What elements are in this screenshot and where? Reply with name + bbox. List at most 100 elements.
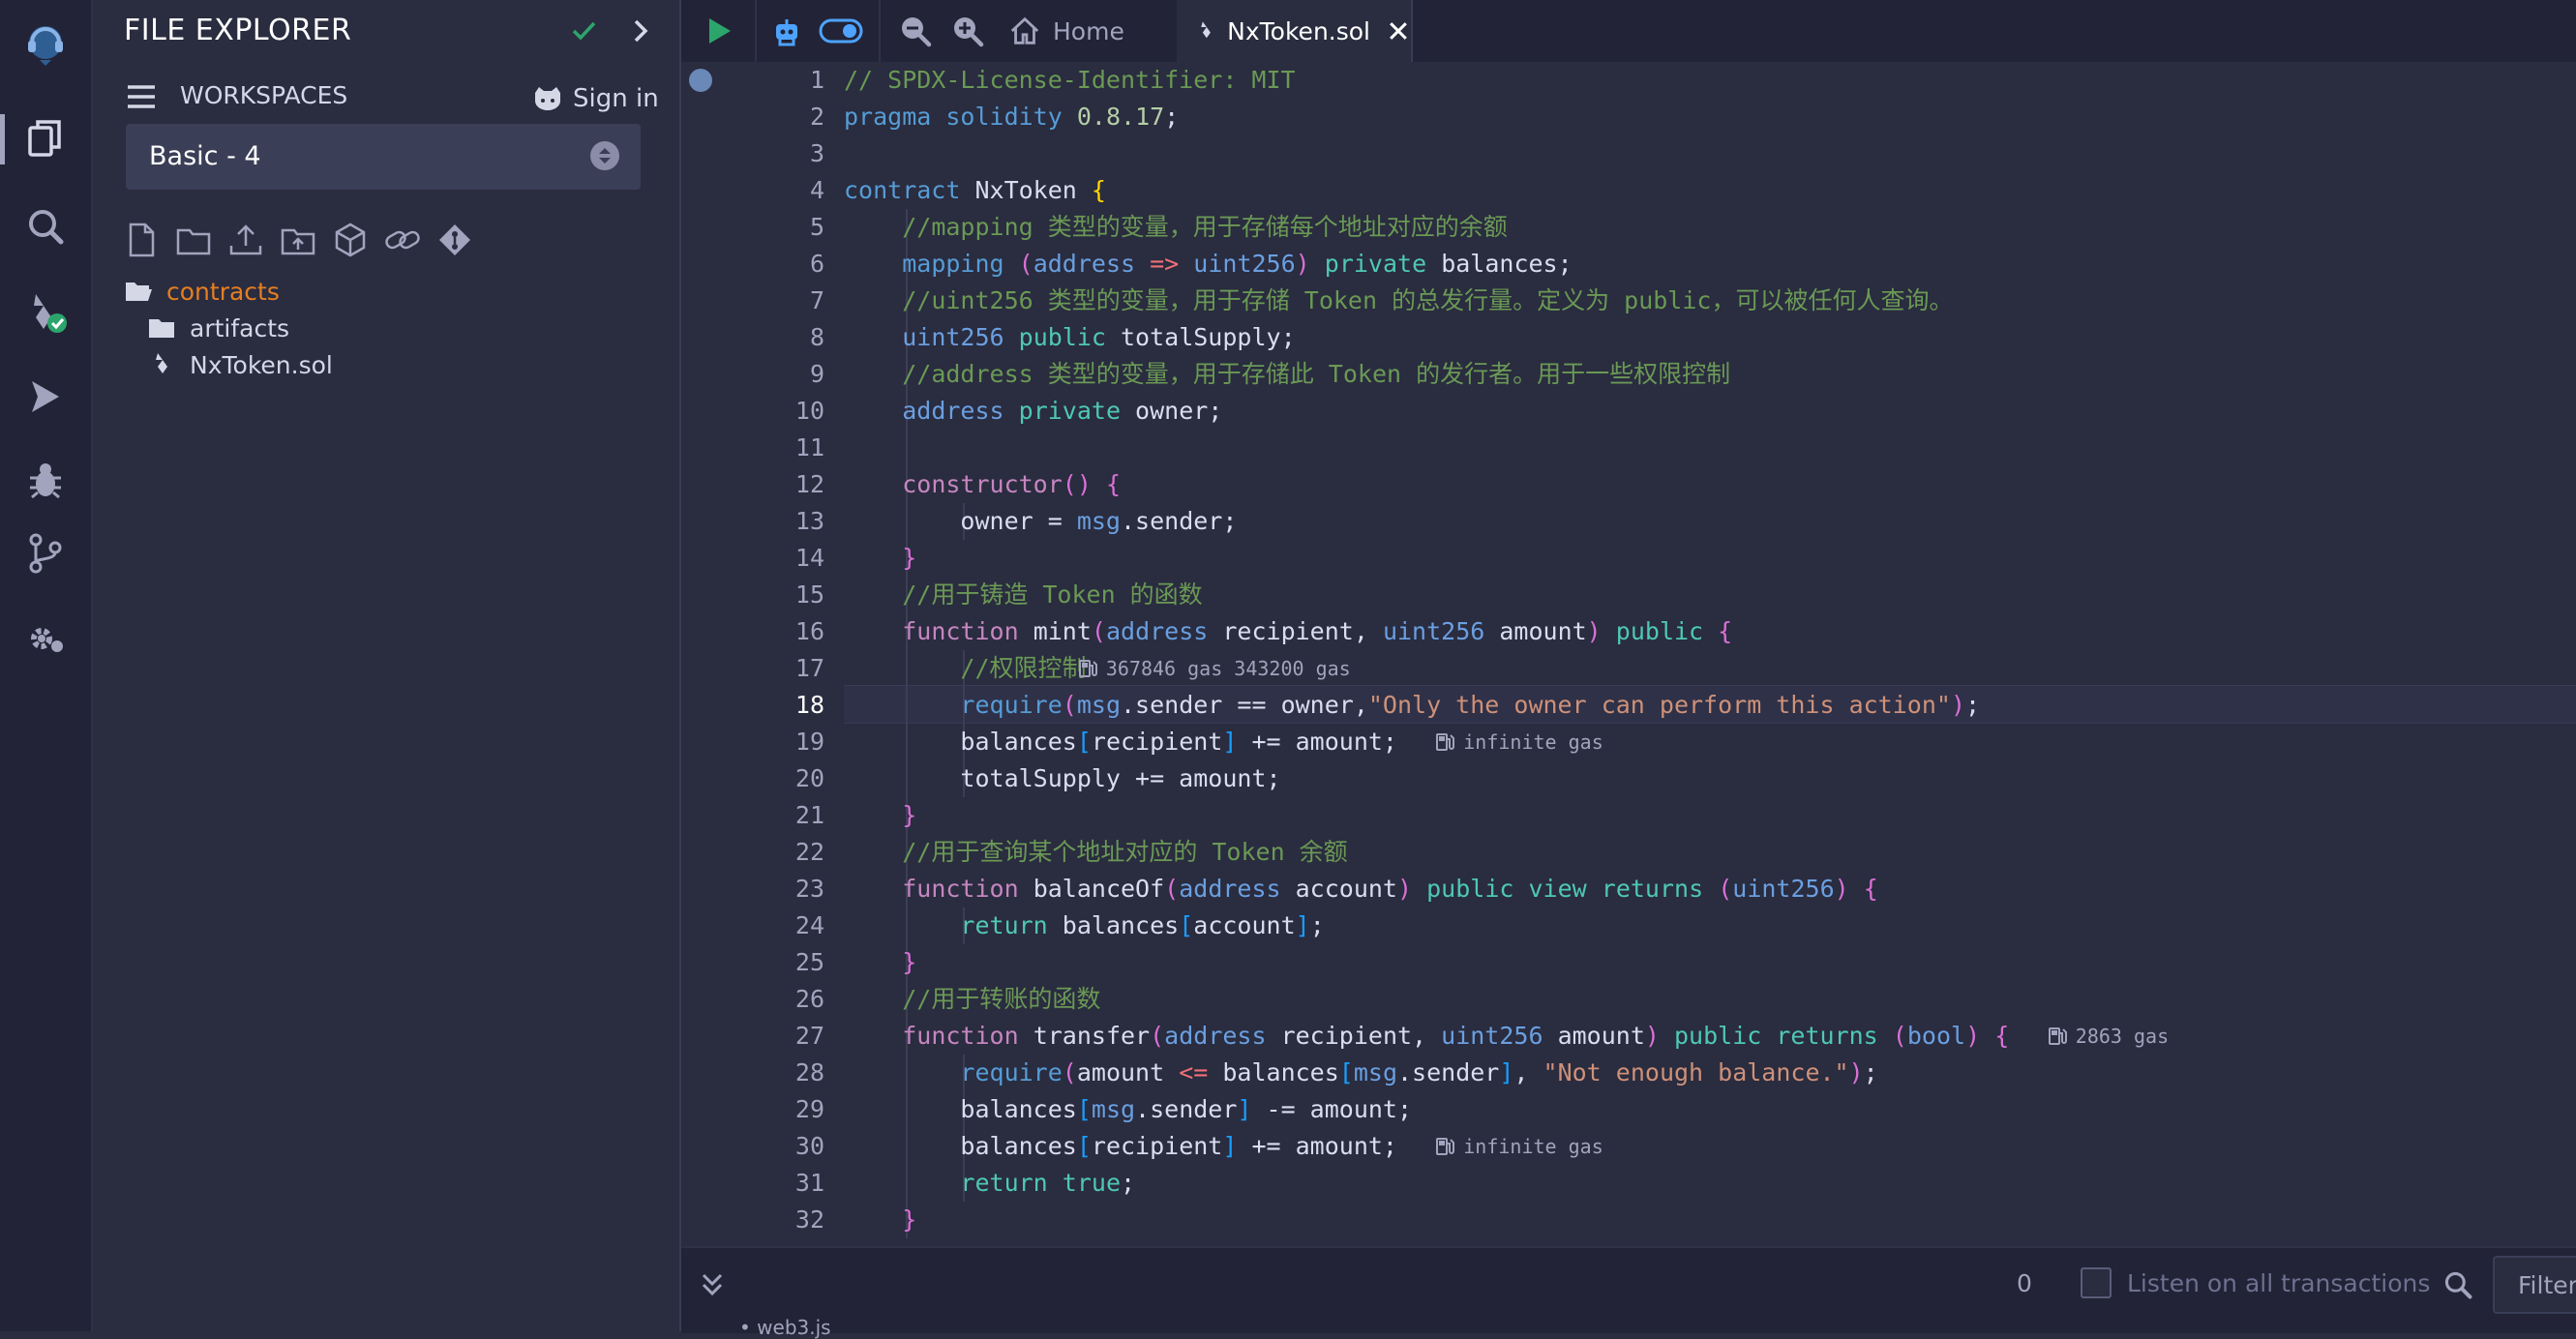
tree-item-nxtoken[interactable]: NxToken.sol bbox=[147, 346, 333, 383]
new-folder-icon[interactable] bbox=[174, 221, 213, 259]
tab-nxtoken[interactable]: NxToken.sol bbox=[1177, 0, 1413, 62]
code-line[interactable]: } bbox=[844, 797, 916, 834]
run-button[interactable] bbox=[695, 0, 743, 62]
line-number[interactable]: 2 bbox=[747, 99, 824, 135]
code-line[interactable]: contract NxToken { bbox=[844, 172, 1106, 209]
code-line[interactable]: //权限控制 bbox=[844, 650, 1086, 687]
remix-logo-icon[interactable] bbox=[0, 6, 91, 83]
line-number[interactable]: 15 bbox=[747, 577, 824, 613]
code-line[interactable]: //uint256 类型的变量，用于存储 Token 的总发行量。定义为 pub… bbox=[844, 283, 1953, 319]
upload-file-icon[interactable] bbox=[226, 221, 265, 259]
code-line[interactable]: } bbox=[844, 1202, 916, 1238]
code-line[interactable]: address private owner; bbox=[844, 393, 1222, 430]
link-icon[interactable] bbox=[383, 221, 422, 259]
line-number[interactable]: 32 bbox=[747, 1202, 824, 1238]
file-explorer-icon[interactable] bbox=[0, 101, 91, 178]
line-number[interactable]: 17 bbox=[747, 650, 824, 687]
line-number[interactable]: 16 bbox=[747, 613, 824, 650]
line-number[interactable]: 9 bbox=[747, 356, 824, 393]
code-line[interactable]: } bbox=[844, 540, 916, 577]
breakpoint-marker[interactable] bbox=[689, 69, 712, 92]
deploy-run-icon[interactable] bbox=[0, 358, 91, 435]
line-number[interactable]: 3 bbox=[747, 135, 824, 172]
solidity-compiler-icon[interactable] bbox=[0, 273, 91, 350]
code-line[interactable]: //mapping 类型的变量，用于存储每个地址对应的余额 bbox=[844, 209, 1508, 246]
code-line[interactable]: pragma solidity 0.8.17; bbox=[844, 99, 1179, 135]
code-line[interactable]: constructor() { bbox=[844, 466, 1121, 503]
line-number[interactable]: 7 bbox=[747, 283, 824, 319]
hamburger-menu-icon[interactable] bbox=[124, 79, 159, 114]
code-line[interactable]: function mint(address recipient, uint256… bbox=[844, 613, 1732, 650]
line-number-gutter[interactable]: 1 2 3 4 5 6 7 8 9 10 11 12 13 14 15 16 17 18 19 20 21 22 23 24 2… bbox=[681, 62, 842, 1246]
code-line[interactable]: function transfer(address recipient, uin… bbox=[844, 1018, 2009, 1055]
code-line[interactable]: } bbox=[844, 944, 916, 981]
git-icon[interactable] bbox=[0, 515, 91, 592]
upload-folder-icon[interactable] bbox=[279, 221, 317, 259]
code-line[interactable]: return balances[account]; bbox=[844, 908, 1324, 944]
sign-in-button[interactable]: Sign in bbox=[530, 79, 659, 118]
line-number[interactable]: 21 bbox=[747, 797, 824, 834]
line-number[interactable]: 19 bbox=[747, 724, 824, 760]
code-line[interactable]: uint256 public totalSupply; bbox=[844, 319, 1295, 356]
debugger-icon[interactable] bbox=[0, 441, 91, 519]
close-icon[interactable] bbox=[1386, 17, 1411, 45]
code-line[interactable]: balances[msg.sender] -= amount; bbox=[844, 1091, 1412, 1128]
code-line[interactable]: // SPDX-License-Identifier: MIT bbox=[844, 62, 1296, 99]
code-line[interactable]: mapping (address => uint256) private bal… bbox=[844, 246, 1572, 283]
check-icon[interactable] bbox=[567, 14, 602, 48]
line-number[interactable]: 27 bbox=[747, 1018, 824, 1055]
line-number[interactable]: 13 bbox=[747, 503, 824, 540]
line-number[interactable]: 1 bbox=[747, 62, 824, 99]
line-number[interactable]: 26 bbox=[747, 981, 824, 1018]
tab-home[interactable]: Home bbox=[1008, 0, 1153, 62]
plugin-manager-icon[interactable] bbox=[0, 600, 91, 677]
listen-checkbox[interactable] bbox=[2081, 1267, 2112, 1298]
code-line[interactable]: return true; bbox=[844, 1165, 1135, 1202]
line-number[interactable]: 18 bbox=[747, 687, 824, 724]
line-number[interactable]: 10 bbox=[747, 393, 824, 430]
line-number[interactable]: 11 bbox=[747, 430, 824, 466]
code-line[interactable]: function balanceOf(address account) publ… bbox=[844, 871, 1878, 908]
chevron-right-icon[interactable] bbox=[623, 14, 658, 48]
line-number[interactable]: 30 bbox=[747, 1128, 824, 1165]
zoom-out-button[interactable] bbox=[894, 0, 937, 62]
tree-item-contracts[interactable]: contracts bbox=[124, 273, 280, 310]
line-number[interactable]: 28 bbox=[747, 1055, 824, 1091]
code-line[interactable]: balances[recipient] += amount; bbox=[844, 1128, 1397, 1165]
code-line[interactable]: totalSupply += amount; bbox=[844, 760, 1280, 797]
code-line[interactable]: require(msg.sender == owner,"Only the ow… bbox=[844, 687, 1980, 724]
git-clone-icon[interactable] bbox=[435, 221, 474, 259]
code-line[interactable]: balances[recipient] += amount; bbox=[844, 724, 1397, 760]
line-number[interactable]: 12 bbox=[747, 466, 824, 503]
line-number[interactable]: 29 bbox=[747, 1091, 824, 1128]
line-number[interactable]: 24 bbox=[747, 908, 824, 944]
code-editor[interactable]: 1 2 3 4 5 6 7 8 9 10 11 12 13 14 15 16 17 18 19 20 21 22 23 24 2… bbox=[681, 62, 2576, 1246]
filter-input[interactable]: Filter bbox=[2493, 1256, 2576, 1314]
line-number[interactable]: 4 bbox=[747, 172, 824, 209]
new-file-icon[interactable] bbox=[122, 221, 161, 259]
line-number[interactable]: 6 bbox=[747, 246, 824, 283]
ai-copilot-button[interactable] bbox=[763, 0, 811, 62]
code-line[interactable]: //用于铸造 Token 的函数 bbox=[844, 577, 1202, 613]
code-line[interactable]: //用于转账的函数 bbox=[844, 981, 1100, 1018]
code-line[interactable]: require(amount <= balances[msg.sender], … bbox=[844, 1055, 1877, 1091]
line-number[interactable]: 22 bbox=[747, 834, 824, 871]
copilot-toggle[interactable] bbox=[815, 0, 867, 62]
line-number[interactable]: 14 bbox=[747, 540, 824, 577]
search-icon[interactable] bbox=[0, 188, 91, 265]
search-icon[interactable] bbox=[2442, 1269, 2473, 1300]
line-number[interactable]: 31 bbox=[747, 1165, 824, 1202]
line-number[interactable]: 5 bbox=[747, 209, 824, 246]
zoom-in-button[interactable] bbox=[946, 0, 989, 62]
double-chevron-down-icon[interactable] bbox=[695, 1267, 730, 1302]
code-line[interactable]: //用于查询某个地址对应的 Token 余额 bbox=[844, 834, 1347, 871]
code-line[interactable]: //address 类型的变量，用于存储此 Token 的发行者。用于一些权限控… bbox=[844, 356, 1730, 393]
tree-item-artifacts[interactable]: artifacts bbox=[147, 310, 289, 346]
workspace-select[interactable]: Basic - 4 bbox=[126, 124, 641, 190]
ipfs-icon[interactable] bbox=[331, 221, 370, 259]
line-number[interactable]: 20 bbox=[747, 760, 824, 797]
line-number[interactable]: 25 bbox=[747, 944, 824, 981]
code-line[interactable]: owner = msg.sender; bbox=[844, 503, 1237, 540]
line-number[interactable]: 8 bbox=[747, 319, 824, 356]
line-number[interactable]: 23 bbox=[747, 871, 824, 908]
